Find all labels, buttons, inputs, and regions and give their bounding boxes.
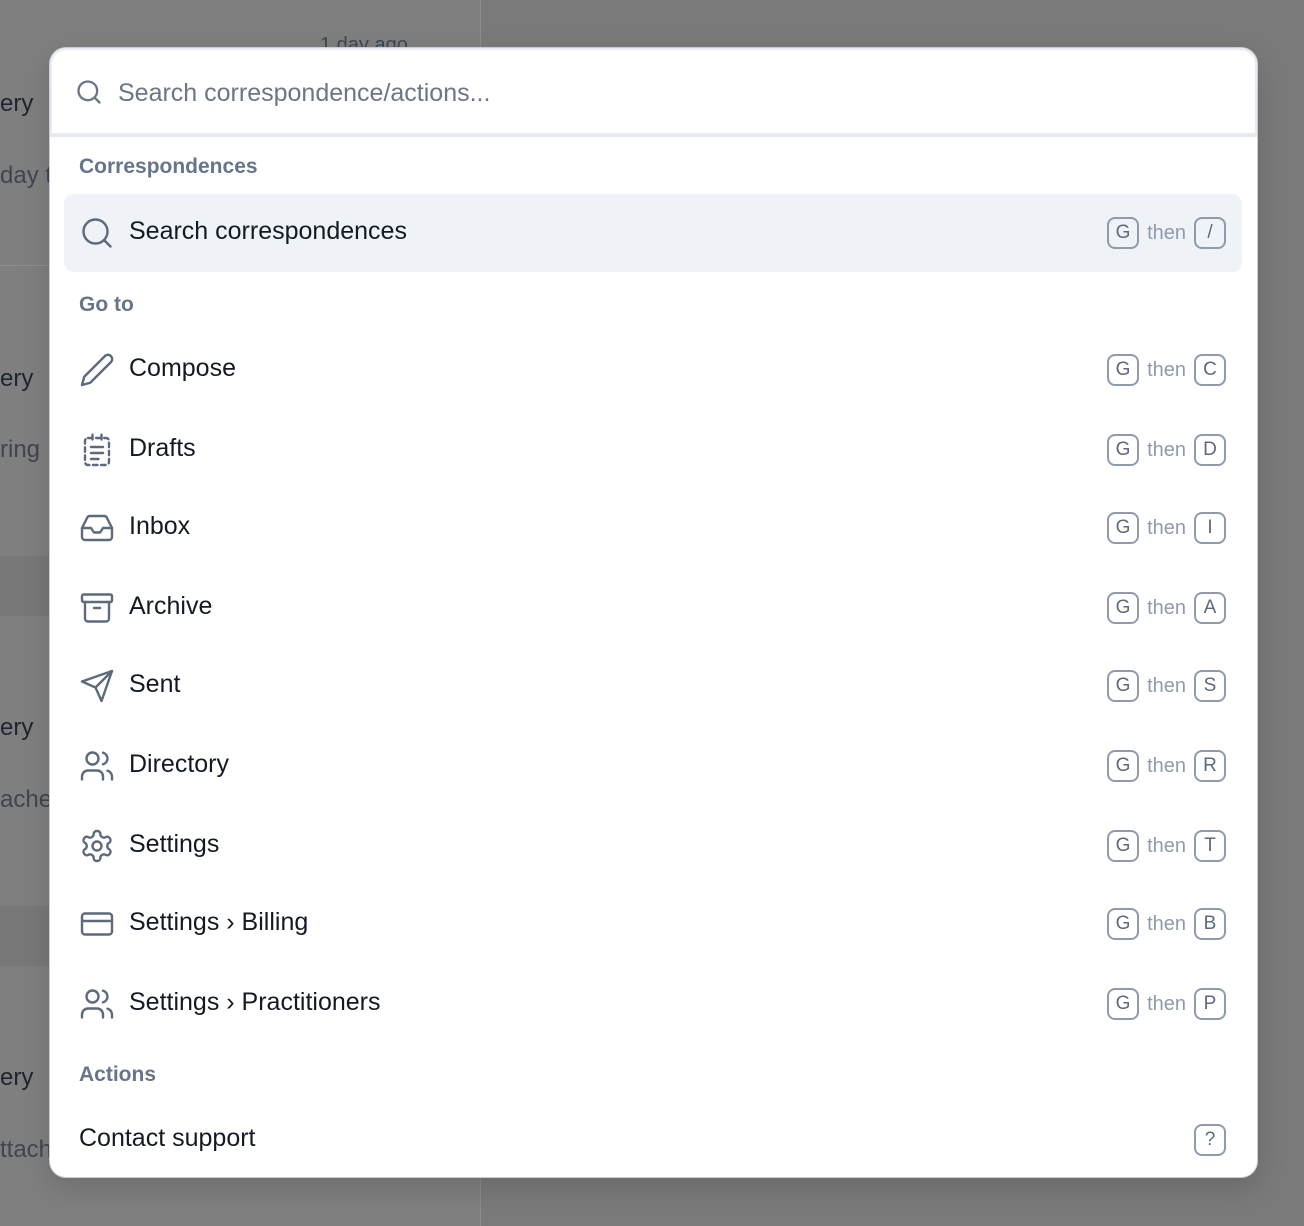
background-item-preview: day t [0,162,53,189]
shortcut-key: G [1107,217,1140,249]
users-icon [79,748,115,784]
gear-icon [79,828,115,864]
shortcut-key: B [1194,908,1226,940]
command-palette: Correspondences Search correspondences G… [50,48,1257,1177]
inbox-icon [79,510,115,546]
command-label: Directory [129,750,230,778]
keyboard-shortcut: G then A [1107,591,1226,625]
section-label-correspondences: Correspondences [79,155,258,178]
shortcut-key: G [1107,830,1140,862]
shortcut-key: G [1107,512,1140,544]
command-settings-practitioners[interactable]: Settings › Practitioners G then P [64,965,1242,1043]
shortcut-key: G [1107,354,1140,386]
shortcut-then: then [1147,912,1186,935]
command-label: Archive [129,592,213,620]
shortcut-key: G [1107,434,1140,466]
credit-card-icon [79,906,115,942]
search-icon [75,78,103,106]
shortcut-key: G [1107,988,1140,1020]
shortcut-key: C [1194,354,1226,386]
keyboard-shortcut: G then T [1107,829,1226,863]
background-item-title: ery [0,714,34,741]
command-inbox[interactable]: Inbox G then I [64,489,1242,567]
command-directory[interactable]: Directory G then R [64,727,1242,805]
shortcut-key: T [1194,830,1226,862]
shortcut-key: ? [1194,1124,1226,1156]
shortcut-key: I [1194,512,1226,544]
command-drafts[interactable]: Drafts G then D [64,411,1242,489]
command-label: Contact support [79,1124,256,1152]
archive-box-icon [79,590,115,626]
keyboard-shortcut: G then I [1107,511,1226,545]
shortcut-key: A [1194,592,1226,624]
keyboard-shortcut: ? [1194,1123,1226,1157]
shortcut-key: G [1107,592,1140,624]
keyboard-shortcut: G then C [1107,353,1226,387]
shortcut-then: then [1147,992,1186,1015]
command-label: Sent [129,670,181,698]
keyboard-shortcut: G then S [1107,669,1226,703]
command-search-bar [50,48,1257,137]
shortcut-key: / [1194,217,1226,249]
command-label: Settings [129,830,220,858]
shortcut-then: then [1147,358,1186,381]
background-item-preview: ache [0,786,53,813]
background-item-preview: ring [0,436,41,463]
shortcut-key: R [1194,750,1226,782]
shortcut-then: then [1147,516,1186,539]
command-label: Settings › Practitioners [129,988,381,1016]
command-settings-billing[interactable]: Settings › Billing G then B [64,885,1242,963]
background-item-title: ery [0,365,34,392]
shortcut-key: G [1107,908,1140,940]
command-settings[interactable]: Settings G then T [64,807,1242,885]
shortcut-then: then [1147,834,1186,857]
background-item-preview: ttach [0,1136,53,1163]
command-label: Search correspondences [129,217,407,245]
shortcut-key: S [1194,670,1226,702]
keyboard-shortcut: G then B [1107,907,1226,941]
keyboard-shortcut: G then P [1107,987,1226,1021]
shortcut-then: then [1147,674,1186,697]
users-icon [79,986,115,1022]
background-item-title: ery [0,90,34,117]
paper-plane-icon [79,668,115,704]
command-label: Compose [129,354,236,382]
draft-document-icon [79,432,115,468]
pencil-icon [79,352,115,388]
command-contact-support[interactable]: Contact support ? [64,1101,1242,1177]
command-label: Drafts [129,434,196,462]
command-search-input[interactable] [116,70,1220,116]
keyboard-shortcut: G then / [1107,216,1226,250]
command-compose[interactable]: Compose G then C [64,331,1242,409]
shortcut-then: then [1147,754,1186,777]
shortcut-key: D [1194,434,1226,466]
section-label-go-to: Go to [79,293,134,316]
keyboard-shortcut: G then D [1107,433,1226,467]
command-sent[interactable]: Sent G then S [64,647,1242,725]
shortcut-key: G [1107,750,1140,782]
keyboard-shortcut: G then R [1107,749,1226,783]
search-icon [79,215,115,251]
shortcut-key: P [1194,988,1226,1020]
command-label: Inbox [129,512,191,540]
shortcut-then: then [1147,438,1186,461]
background-item-title: ery [0,1064,34,1091]
shortcut-then: then [1147,221,1186,244]
command-search-correspondences[interactable]: Search correspondences G then / [64,194,1242,272]
command-label: Settings › Billing [129,908,309,936]
shortcut-then: then [1147,596,1186,619]
command-archive[interactable]: Archive G then A [64,569,1242,647]
section-label-actions: Actions [79,1063,157,1086]
shortcut-key: G [1107,670,1140,702]
